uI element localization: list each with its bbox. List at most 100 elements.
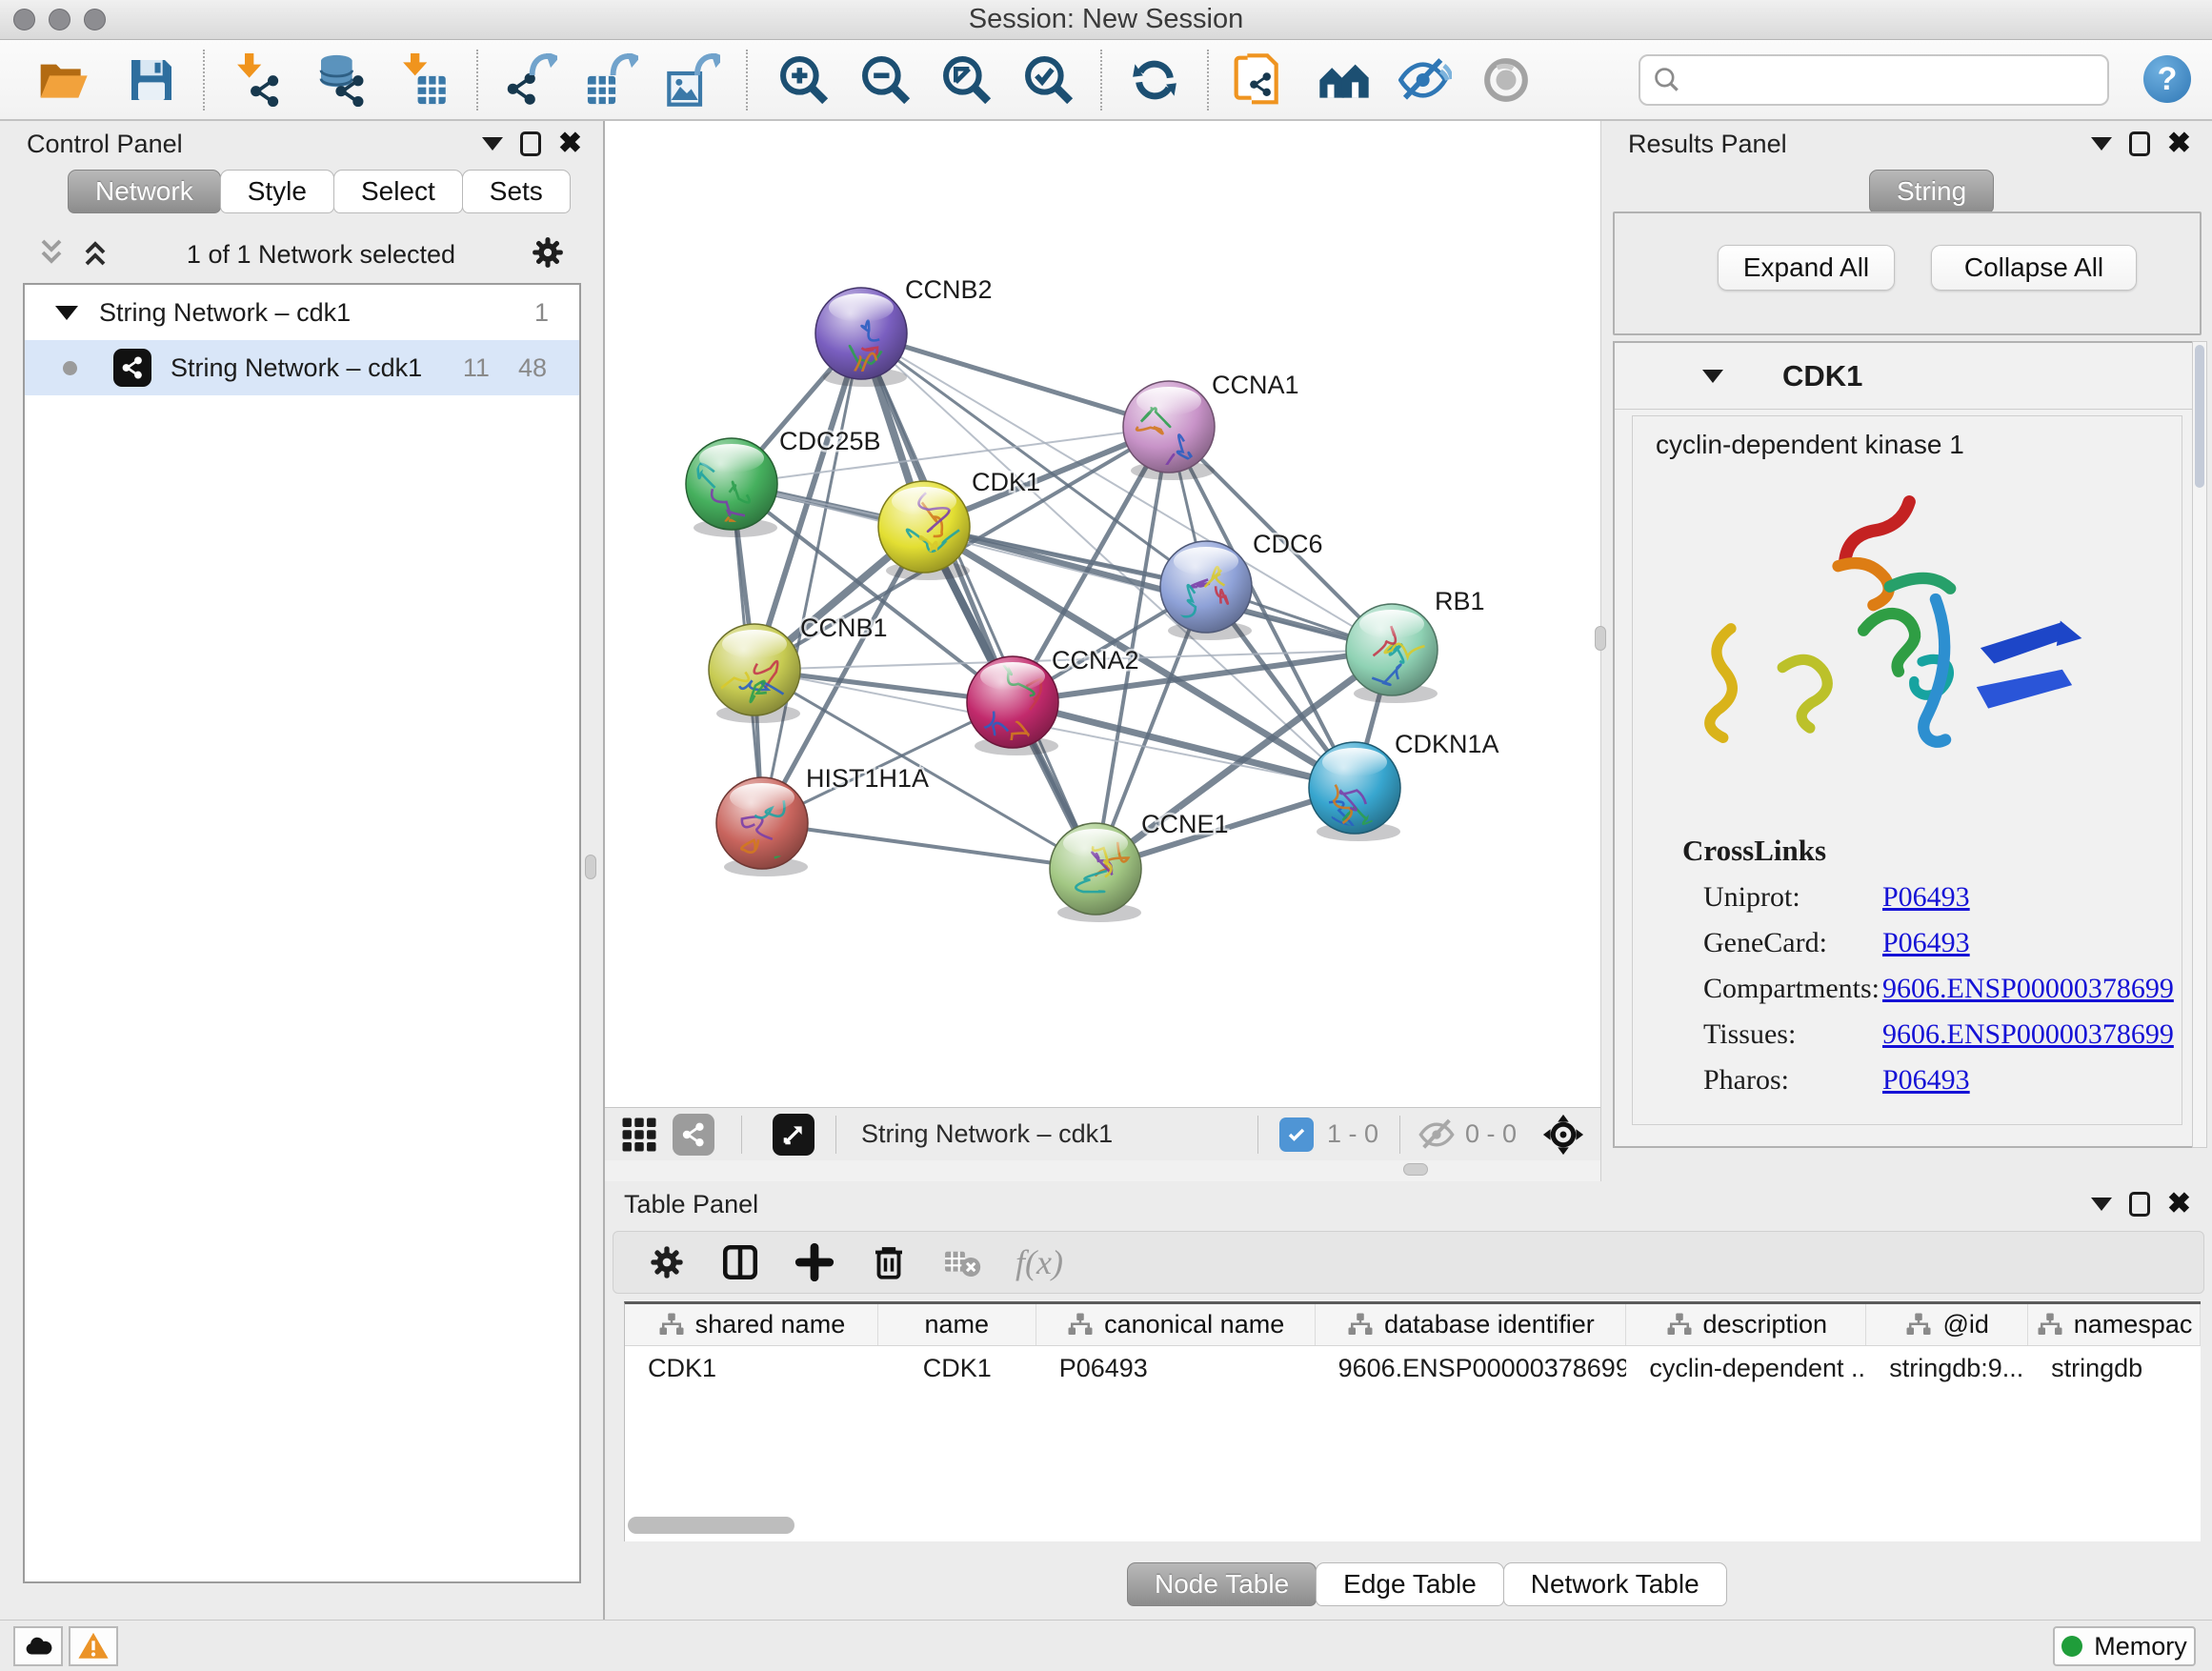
crosslink-link[interactable]: P06493 — [1882, 927, 1970, 959]
splitter-handle[interactable] — [1403, 1163, 1428, 1176]
expand-all-button[interactable]: Expand All — [1718, 245, 1895, 291]
select-columns-icon[interactable] — [720, 1242, 760, 1282]
tab-sets[interactable]: Sets — [462, 170, 571, 213]
network-node-cdc25b[interactable]: CDC25B — [686, 427, 881, 537]
table-cell[interactable]: stringdb — [2028, 1346, 2201, 1390]
export-image-icon[interactable] — [667, 53, 720, 107]
table-cell[interactable]: CDK1 — [878, 1346, 1036, 1390]
network-node-ccnb1[interactable]: CCNB1 — [703, 614, 888, 723]
float-panel-icon[interactable] — [520, 131, 541, 156]
network-edge-ccnb2-ccna1[interactable] — [861, 333, 1169, 427]
expand-all-icon[interactable] — [78, 235, 112, 274]
search-input[interactable] — [1690, 66, 2107, 95]
close-panel-icon[interactable]: ✖ — [2167, 130, 2191, 158]
table-cell[interactable]: 9606.ENSP00000378699 — [1316, 1346, 1627, 1390]
tab-string[interactable]: String — [1869, 170, 1994, 213]
show-panel-eye-icon[interactable] — [1479, 53, 1533, 107]
table-options-gear-icon[interactable] — [648, 1243, 686, 1281]
crosslink-link[interactable]: P06493 — [1882, 1064, 1970, 1097]
export-network-icon[interactable] — [504, 53, 557, 107]
network-node-ccna2[interactable]: CCNA2 — [967, 646, 1139, 755]
network-node-hist1h1a[interactable]: HIST1H1A — [716, 764, 929, 880]
table-cell[interactable]: P06493 — [1036, 1346, 1316, 1390]
column-header-shared-name[interactable]: shared name — [625, 1304, 878, 1345]
table-cell[interactable]: stringdb:9... — [1866, 1346, 2028, 1390]
help-icon[interactable]: ? — [2143, 55, 2191, 103]
import-table-icon[interactable] — [397, 53, 451, 107]
panel-menu-icon[interactable] — [2091, 137, 2112, 151]
tab-select[interactable]: Select — [333, 170, 463, 213]
network-edge-ccnb2-hist1h1a[interactable] — [762, 333, 861, 823]
results-scrollbar[interactable] — [2192, 341, 2207, 1148]
zoom-in-icon[interactable] — [777, 53, 831, 107]
tab-edge-table[interactable]: Edge Table — [1316, 1562, 1504, 1606]
column-header-database-identifier[interactable]: database identifier — [1316, 1304, 1627, 1345]
float-panel-icon[interactable] — [2129, 1192, 2150, 1217]
column-header--id[interactable]: @id — [1866, 1304, 2028, 1345]
delete-column-icon[interactable] — [869, 1242, 909, 1282]
function-builder-icon[interactable]: f(x) — [1016, 1242, 1063, 1282]
table-cell[interactable]: CDK1 — [625, 1346, 878, 1390]
panel-splitter-handle[interactable] — [1595, 626, 1606, 651]
panel-splitter-handle[interactable] — [585, 855, 596, 879]
export-table-icon[interactable] — [585, 53, 638, 107]
collapse-all-icon[interactable] — [34, 235, 69, 274]
network-row-selected[interactable]: String Network – cdk1 11 48 — [25, 340, 579, 395]
network-node-ccne1[interactable]: CCNE1 — [1050, 810, 1229, 922]
warnings-button[interactable] — [69, 1626, 118, 1666]
birds-eye-view-icon[interactable] — [773, 1114, 814, 1156]
tab-style[interactable]: Style — [220, 170, 334, 213]
close-panel-icon[interactable]: ✖ — [558, 130, 582, 158]
close-panel-icon[interactable]: ✖ — [2167, 1190, 2191, 1218]
network-node-cdkn1a[interactable]: CDKN1A — [1309, 730, 1499, 841]
network-canvas[interactable]: CCNB2CCNA1CDC25BCDK1CDC6RB1CCNB1CCNA2CDK… — [605, 121, 1600, 1107]
network-node-ccnb2[interactable]: CCNB2 — [815, 275, 993, 387]
panel-menu-icon[interactable] — [482, 137, 503, 151]
network-node-cdk1[interactable]: CDK1 — [878, 468, 1040, 580]
panel-menu-icon[interactable] — [2091, 1198, 2112, 1211]
column-header-description[interactable]: description — [1626, 1304, 1866, 1345]
memory-button[interactable]: Memory — [2053, 1626, 2196, 1666]
cloud-status-button[interactable] — [13, 1626, 63, 1666]
open-session-icon[interactable] — [36, 53, 90, 107]
import-network-icon[interactable] — [231, 53, 285, 107]
save-session-icon[interactable] — [125, 53, 178, 107]
network-badge-icon[interactable] — [673, 1114, 714, 1156]
network-node-ccna1[interactable]: CCNA1 — [1123, 371, 1299, 480]
refresh-icon[interactable] — [1128, 53, 1181, 107]
zoom-fit-icon[interactable] — [940, 53, 994, 107]
table-cell[interactable]: cyclin-dependent ... — [1626, 1346, 1866, 1390]
zoom-selected-icon[interactable] — [1022, 53, 1076, 107]
add-column-icon[interactable] — [794, 1242, 835, 1282]
search-box[interactable] — [1639, 54, 2109, 106]
horizontal-scrollbar-thumb[interactable] — [628, 1517, 794, 1534]
selected-checkbox-icon[interactable] — [1279, 1117, 1314, 1152]
crosslink-link[interactable]: 9606.ENSP00000378699 — [1882, 1018, 2174, 1051]
home-icon[interactable] — [1317, 53, 1371, 107]
clone-network-icon[interactable] — [1232, 53, 1285, 107]
delete-table-icon[interactable] — [943, 1243, 981, 1281]
collapse-all-button[interactable]: Collapse All — [1931, 245, 2137, 291]
column-header-namespac[interactable]: namespac — [2028, 1304, 2201, 1345]
fit-selected-crosshair-icon[interactable] — [1541, 1113, 1585, 1157]
crosslink-link[interactable]: P06493 — [1882, 881, 1970, 914]
table-row[interactable]: CDK1CDK1P064939606.ENSP00000378699cyclin… — [625, 1346, 2201, 1390]
gene-entry-header[interactable]: CDK1 — [1615, 343, 2200, 410]
horizontal-splitter[interactable] — [605, 1160, 1600, 1181]
zoom-out-icon[interactable] — [859, 53, 913, 107]
column-header-canonical-name[interactable]: canonical name — [1036, 1304, 1316, 1345]
column-header-name[interactable]: name — [878, 1304, 1036, 1345]
crosslink-link[interactable]: 9606.ENSP00000378699 — [1882, 973, 2174, 1005]
tab-node-table[interactable]: Node Table — [1127, 1562, 1317, 1606]
collapse-entry-icon[interactable] — [1702, 370, 1723, 383]
hide-panel-eye-icon[interactable] — [1398, 53, 1452, 107]
network-options-gear-icon[interactable] — [530, 234, 566, 275]
float-panel-icon[interactable] — [2129, 131, 2150, 156]
hidden-eye-slash-icon[interactable] — [1418, 1116, 1456, 1154]
network-edge-hist1h1a-ccne1[interactable] — [762, 823, 1096, 869]
scrollbar-thumb[interactable] — [2195, 345, 2204, 488]
tab-network[interactable]: Network — [68, 170, 221, 213]
tab-network-table[interactable]: Network Table — [1503, 1562, 1727, 1606]
import-network-database-icon[interactable] — [314, 53, 368, 107]
collection-expand-icon[interactable] — [55, 306, 78, 320]
